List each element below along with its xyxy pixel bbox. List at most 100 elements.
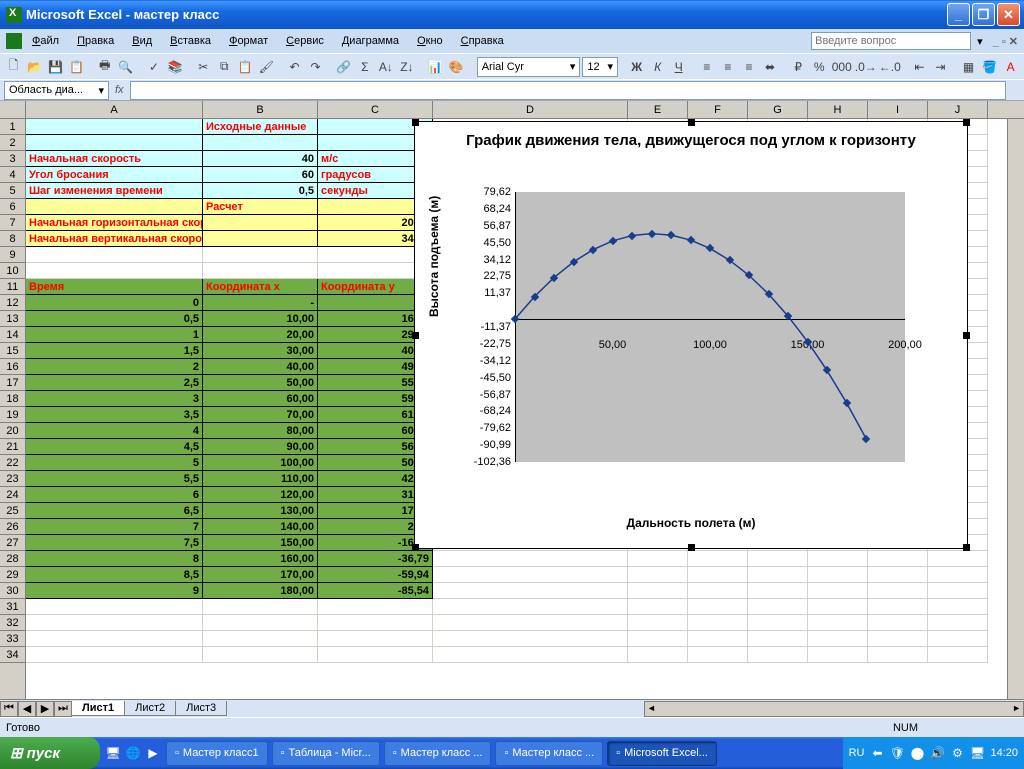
- sort-asc-icon[interactable]: A↓: [376, 56, 395, 78]
- col-header-B[interactable]: B: [203, 101, 318, 118]
- col-header-A[interactable]: A: [26, 101, 203, 118]
- taskbar-button[interactable]: ▫Мастер класс ...: [384, 741, 492, 766]
- row-header-3[interactable]: 3: [0, 151, 25, 167]
- permission-icon[interactable]: 📋: [67, 56, 86, 78]
- formula-input[interactable]: [130, 81, 1006, 100]
- menu-Сервис[interactable]: Сервис: [278, 32, 332, 50]
- col-header-F[interactable]: F: [688, 101, 748, 118]
- row-header-5[interactable]: 5: [0, 183, 25, 199]
- row-header-8[interactable]: 8: [0, 231, 25, 247]
- open-icon[interactable]: 📂: [25, 56, 44, 78]
- tab-next-icon[interactable]: ▶: [36, 701, 54, 717]
- print-icon[interactable]: 🖶: [95, 56, 114, 78]
- col-header-I[interactable]: I: [868, 101, 928, 118]
- select-all-corner[interactable]: [0, 101, 26, 119]
- menu-Справка[interactable]: Справка: [453, 32, 512, 50]
- row-header-2[interactable]: 2: [0, 135, 25, 151]
- tray-icon[interactable]: ⚙: [948, 744, 966, 762]
- row-header-17[interactable]: 17: [0, 375, 25, 391]
- tab-last-icon[interactable]: ⏭: [54, 701, 72, 717]
- clock[interactable]: 14:20: [990, 747, 1018, 759]
- dec-decimal-icon[interactable]: ←.0: [879, 56, 901, 78]
- worksheet-grid[interactable]: ABCDEFGHIJ 12345678910111213141516171819…: [0, 100, 1024, 717]
- font-name-box[interactable]: Arial Cyr▾: [477, 57, 581, 77]
- menu-Вставка[interactable]: Вставка: [162, 32, 219, 50]
- row-header-14[interactable]: 14: [0, 327, 25, 343]
- font-color-icon[interactable]: A: [1001, 56, 1020, 78]
- bold-icon[interactable]: Ж: [627, 56, 646, 78]
- drawing-icon[interactable]: 🎨: [447, 56, 466, 78]
- row-header-19[interactable]: 19: [0, 407, 25, 423]
- redo-icon[interactable]: ↷: [306, 56, 325, 78]
- taskbar-button[interactable]: ▫Мастер класс ...: [495, 741, 603, 766]
- sheet-tab-Лист1[interactable]: Лист1: [71, 701, 125, 716]
- hyperlink-icon[interactable]: 🔗: [334, 56, 353, 78]
- save-icon[interactable]: 💾: [46, 56, 65, 78]
- vertical-scrollbar[interactable]: [1007, 119, 1024, 699]
- taskbar-button[interactable]: ▫Мастер класс1: [166, 741, 268, 766]
- col-header-J[interactable]: J: [928, 101, 988, 118]
- row-header-30[interactable]: 30: [0, 583, 25, 599]
- chart-wizard-icon[interactable]: 📊: [426, 56, 445, 78]
- row-header-1[interactable]: 1: [0, 119, 25, 135]
- borders-icon[interactable]: ▦: [959, 56, 978, 78]
- cut-icon[interactable]: ✂: [194, 56, 213, 78]
- menu-Формат[interactable]: Формат: [221, 32, 276, 50]
- row-header-20[interactable]: 20: [0, 423, 25, 439]
- underline-icon[interactable]: Ч: [669, 56, 688, 78]
- row-header-6[interactable]: 6: [0, 199, 25, 215]
- ql-desktop-icon[interactable]: 🖥: [104, 744, 122, 762]
- inc-indent-icon[interactable]: ⇥: [931, 56, 950, 78]
- maximize-button[interactable]: ❐: [972, 3, 995, 26]
- align-center-icon[interactable]: ≡: [718, 56, 737, 78]
- menu-Правка[interactable]: Правка: [69, 32, 122, 50]
- row-header-12[interactable]: 12: [0, 295, 25, 311]
- minimize-button[interactable]: _: [947, 3, 970, 26]
- font-size-box[interactable]: 12▾: [582, 57, 618, 77]
- align-left-icon[interactable]: ≡: [697, 56, 716, 78]
- sheet-tab-Лист2[interactable]: Лист2: [124, 701, 176, 716]
- row-header-7[interactable]: 7: [0, 215, 25, 231]
- chart-object[interactable]: График движения тела, движущегося под уг…: [414, 121, 968, 549]
- sheet-tab-Лист3[interactable]: Лист3: [175, 701, 227, 716]
- row-header-24[interactable]: 24: [0, 487, 25, 503]
- col-header-D[interactable]: D: [433, 101, 628, 118]
- row-header-28[interactable]: 28: [0, 551, 25, 567]
- preview-icon[interactable]: 🔍: [116, 56, 135, 78]
- menu-Окно[interactable]: Окно: [409, 32, 451, 50]
- paste-icon[interactable]: 📋: [236, 56, 255, 78]
- new-icon[interactable]: 🗋: [4, 56, 23, 78]
- row-header-29[interactable]: 29: [0, 567, 25, 583]
- row-header-13[interactable]: 13: [0, 311, 25, 327]
- ql-media-icon[interactable]: ▶: [144, 744, 162, 762]
- language-indicator[interactable]: RU: [849, 747, 865, 759]
- col-header-E[interactable]: E: [628, 101, 688, 118]
- row-header-26[interactable]: 26: [0, 519, 25, 535]
- merge-icon[interactable]: ⬌: [760, 56, 779, 78]
- tab-first-icon[interactable]: ⏮: [0, 701, 18, 717]
- row-header-9[interactable]: 9: [0, 247, 25, 263]
- ql-ie-icon[interactable]: 🌐: [124, 744, 142, 762]
- row-header-16[interactable]: 16: [0, 359, 25, 375]
- format-painter-icon[interactable]: 🖌: [257, 56, 276, 78]
- row-header-34[interactable]: 34: [0, 647, 25, 663]
- start-button[interactable]: ⊞пуск: [0, 737, 100, 769]
- row-header-25[interactable]: 25: [0, 503, 25, 519]
- currency-icon[interactable]: ₽: [789, 56, 808, 78]
- percent-icon[interactable]: %: [810, 56, 829, 78]
- row-header-23[interactable]: 23: [0, 471, 25, 487]
- menu-Вид[interactable]: Вид: [124, 32, 160, 50]
- ask-question-box[interactable]: [811, 32, 971, 50]
- taskbar-button[interactable]: ▫Microsoft Excel...: [607, 741, 717, 766]
- row-header-10[interactable]: 10: [0, 263, 25, 279]
- name-box[interactable]: Область диа...▾: [4, 81, 109, 100]
- tray-icon[interactable]: 🛡: [888, 744, 906, 762]
- col-header-C[interactable]: C: [318, 101, 433, 118]
- tray-icon[interactable]: ⬅: [868, 744, 886, 762]
- row-header-11[interactable]: 11: [0, 279, 25, 295]
- copy-icon[interactable]: ⧉: [215, 56, 234, 78]
- menu-Диаграмма[interactable]: Диаграмма: [334, 32, 407, 50]
- tray-icon[interactable]: 🖥: [968, 744, 986, 762]
- row-header-32[interactable]: 32: [0, 615, 25, 631]
- close-button[interactable]: ✕: [997, 3, 1020, 26]
